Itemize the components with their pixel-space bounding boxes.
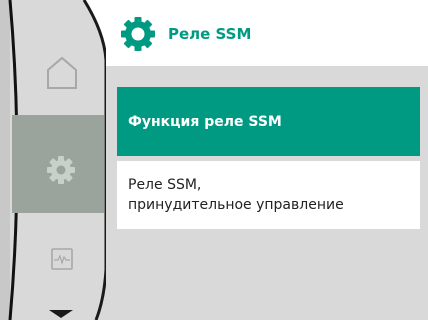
page-title-group: Реле SSM [118,16,251,52]
home-icon [47,56,77,89]
pulse-icon [51,248,73,270]
menu-item-label-line2: принудительное управление [128,197,344,213]
gear-icon [47,156,75,184]
gear-icon [121,17,155,51]
nav-item-home[interactable] [14,30,102,114]
nav-item-settings[interactable] [12,115,104,213]
page-title: Реле SSM [168,25,252,43]
menu-item-label-line1: Реле SSM, [128,177,202,193]
menu-item-ssm-relay-forced-control[interactable]: Реле SSM, принудительное управление [117,161,420,229]
menu-item-label: Функция реле SSM [128,113,282,130]
menu-item-ssm-relay-function[interactable]: Функция реле SSM [117,87,420,156]
chevron-down-icon[interactable] [46,309,76,319]
nav-item-diagnostics[interactable] [14,226,102,296]
